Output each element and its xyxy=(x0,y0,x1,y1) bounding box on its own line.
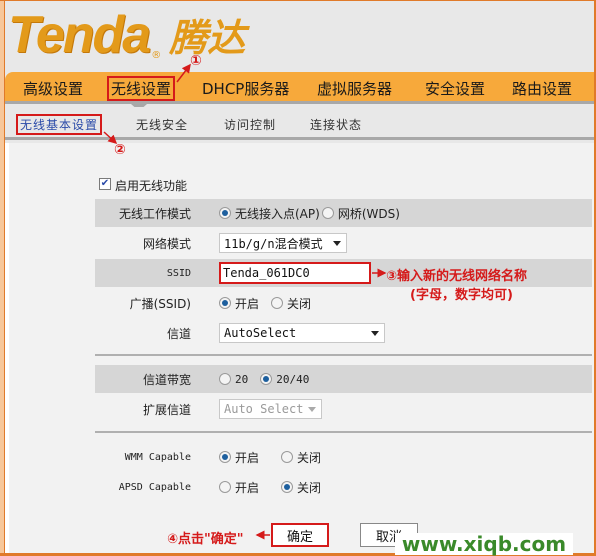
radio-broadcast-on-label: 开启 xyxy=(235,296,260,311)
ext-channel-label: 扩展信道 xyxy=(142,402,191,417)
row-bandwidth: 信道带宽 20 20/40 xyxy=(95,365,592,393)
watermark: www.xiqb.com xyxy=(395,532,573,556)
radio-bw-2040[interactable] xyxy=(260,373,273,385)
annotation-step3-line1: ③输入新的无线网络名称 xyxy=(386,269,528,284)
nav-security-settings[interactable]: 安全设置 xyxy=(423,78,487,99)
radio-apsd-on[interactable] xyxy=(219,481,231,493)
chevron-down-icon xyxy=(333,241,341,246)
tab-wireless-basic[interactable]: 无线基本设置 xyxy=(15,114,103,135)
tab-access-control[interactable]: 访问控制 xyxy=(224,116,276,133)
annotation-step3-line2: (字母，数字均可) xyxy=(410,288,513,303)
chevron-down-icon xyxy=(308,407,316,412)
radio-ap-label: 无线接入点(AP) xyxy=(235,206,320,221)
row-ext-channel: 扩展信道 Auto Select xyxy=(95,395,592,423)
network-mode-value: 11b/g/n混合模式 xyxy=(224,236,323,251)
nav-virtual-server[interactable]: 虚拟服务器 xyxy=(315,78,394,99)
channel-label: 信道 xyxy=(166,326,191,341)
divider xyxy=(95,431,592,433)
radio-bw-20[interactable] xyxy=(219,373,231,385)
sub-nav: 无线基本设置 无线安全 访问控制 连接状态 xyxy=(5,107,594,140)
row-channel: 信道 AutoSelect xyxy=(95,319,592,347)
row-apsd: APSD Capable 开启 关闭 xyxy=(95,473,592,501)
apsd-label: APSD Capable xyxy=(118,481,191,493)
annotation-step2: ② xyxy=(114,142,126,158)
radio-bw-20-label: 20 xyxy=(235,372,249,386)
chevron-down-icon xyxy=(371,331,379,336)
radio-bw-2040-label: 20/40 xyxy=(276,372,310,386)
row-wmm: WMM Capable 开启 关闭 xyxy=(95,443,592,471)
radio-wds[interactable] xyxy=(321,207,334,219)
radio-broadcast-off-label: 关闭 xyxy=(287,296,312,311)
row-work-mode: 无线工作模式 无线接入点(AP) 网桥(WDS) xyxy=(95,199,592,227)
logo-chinese: 腾达 xyxy=(169,16,246,60)
channel-select[interactable]: AutoSelect xyxy=(219,323,385,343)
radio-wmm-on-label: 开启 xyxy=(235,450,260,465)
tab-connection-status[interactable]: 连接状态 xyxy=(310,116,362,133)
radio-ap[interactable] xyxy=(219,207,231,219)
row-broadcast: 广播(SSID) 开启 关闭 xyxy=(95,289,592,317)
radio-wmm-on[interactable] xyxy=(219,451,231,463)
nav-advanced-settings[interactable]: 高级设置 xyxy=(21,78,85,99)
registered-mark: ® xyxy=(151,50,162,61)
radio-apsd-on-label: 开启 xyxy=(235,480,260,495)
row-network-mode: 网络模式 11b/g/n混合模式 xyxy=(95,229,592,257)
nav-dhcp-server[interactable]: DHCP服务器 xyxy=(200,78,291,99)
enable-wireless-label: 启用无线功能 xyxy=(115,179,188,193)
radio-broadcast-off[interactable] xyxy=(271,297,284,309)
work-mode-label: 无线工作模式 xyxy=(118,206,191,221)
tab-wireless-security[interactable]: 无线安全 xyxy=(136,116,188,133)
radio-wmm-off-label: 关闭 xyxy=(297,450,322,465)
nav-routing-settings[interactable]: 路由设置 xyxy=(510,78,574,99)
logo-text: Tenda xyxy=(8,6,151,64)
channel-value: AutoSelect xyxy=(224,326,297,340)
broadcast-label: 广播(SSID) xyxy=(129,296,191,311)
divider xyxy=(95,354,592,356)
radio-wds-label: 网桥(WDS) xyxy=(337,206,400,221)
wmm-label: WMM Capable xyxy=(124,451,191,463)
annotation-step4: ④点击"确定" xyxy=(167,532,244,547)
radio-broadcast-on[interactable] xyxy=(219,297,231,309)
ssid-input[interactable]: Tenda_061DC0 xyxy=(219,262,371,284)
enable-wireless-checkbox[interactable]: ✔ xyxy=(99,178,111,190)
ssid-label: SSID xyxy=(166,267,191,279)
tenda-logo: Tenda ® 腾达 xyxy=(8,1,245,61)
radio-apsd-off-label: 关闭 xyxy=(297,480,322,495)
network-mode-select[interactable]: 11b/g/n混合模式 xyxy=(219,233,347,253)
ok-button[interactable]: 确定 xyxy=(271,523,329,547)
network-mode-label: 网络模式 xyxy=(142,236,191,251)
ext-channel-select: Auto Select xyxy=(219,399,322,419)
radio-wmm-off[interactable] xyxy=(281,451,294,463)
bandwidth-label: 信道带宽 xyxy=(142,372,191,387)
radio-apsd-off[interactable] xyxy=(281,481,294,493)
annotation-step1: ① xyxy=(190,53,202,69)
main-nav: 高级设置 无线设置 DHCP服务器 虚拟服务器 安全设置 路由设置 xyxy=(5,72,594,104)
ext-channel-value: Auto Select xyxy=(224,402,304,416)
nav-wireless-settings[interactable]: 无线设置 xyxy=(106,76,176,101)
